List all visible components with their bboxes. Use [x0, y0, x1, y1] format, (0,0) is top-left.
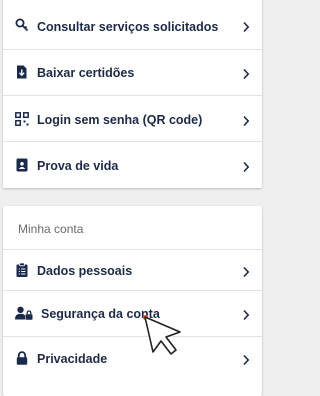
- chevron-right-icon: [242, 353, 250, 366]
- menu-item-label: Dados pessoais: [37, 264, 133, 278]
- clipboard-list-icon: [15, 262, 29, 277]
- section-header: Minha conta: [3, 206, 262, 250]
- services-card: Consultar serviços solicitados Baixar ce…: [3, 0, 262, 188]
- chevron-right-icon: [242, 308, 250, 321]
- menu-item-label: Login sem senha (QR code): [37, 113, 203, 127]
- account-card: Minha conta Dados pessoais Segurança da …: [3, 206, 262, 396]
- menu-item-seguranca-da-conta[interactable]: Segurança da conta: [3, 291, 262, 337]
- section-title: Minha conta: [18, 222, 84, 236]
- menu-item-privacidade[interactable]: Privacidade: [3, 337, 262, 396]
- chevron-right-icon: [242, 20, 250, 33]
- chevron-right-icon: [242, 265, 250, 278]
- menu-item-label: Consultar serviços solicitados: [37, 20, 219, 34]
- menu-item-dados-pessoais[interactable]: Dados pessoais: [3, 250, 262, 291]
- menu-item-login-qr[interactable]: Login sem senha (QR code): [3, 96, 262, 142]
- menu-item-label: Prova de vida: [37, 159, 119, 173]
- menu-item-label: Baixar certidões: [37, 66, 135, 80]
- qr-code-icon: [15, 112, 29, 126]
- menu-item-baixar-certidoes[interactable]: Baixar certidões: [3, 50, 262, 96]
- menu-item-label: Privacidade: [37, 352, 108, 366]
- chevron-right-icon: [242, 114, 250, 127]
- pointer-cursor-icon: [140, 312, 186, 358]
- chevron-right-icon: [242, 160, 250, 173]
- menu-item-prova-de-vida[interactable]: Prova de vida: [3, 142, 262, 188]
- chevron-right-icon: [242, 67, 250, 80]
- padlock-icon: [15, 351, 29, 365]
- search-key-icon: [15, 18, 29, 32]
- user-lock-icon: [15, 306, 33, 320]
- document-download-icon: [15, 65, 29, 79]
- menu-item-consultar-servicos[interactable]: Consultar serviços solicitados: [3, 0, 262, 50]
- id-badge-icon: [15, 158, 29, 172]
